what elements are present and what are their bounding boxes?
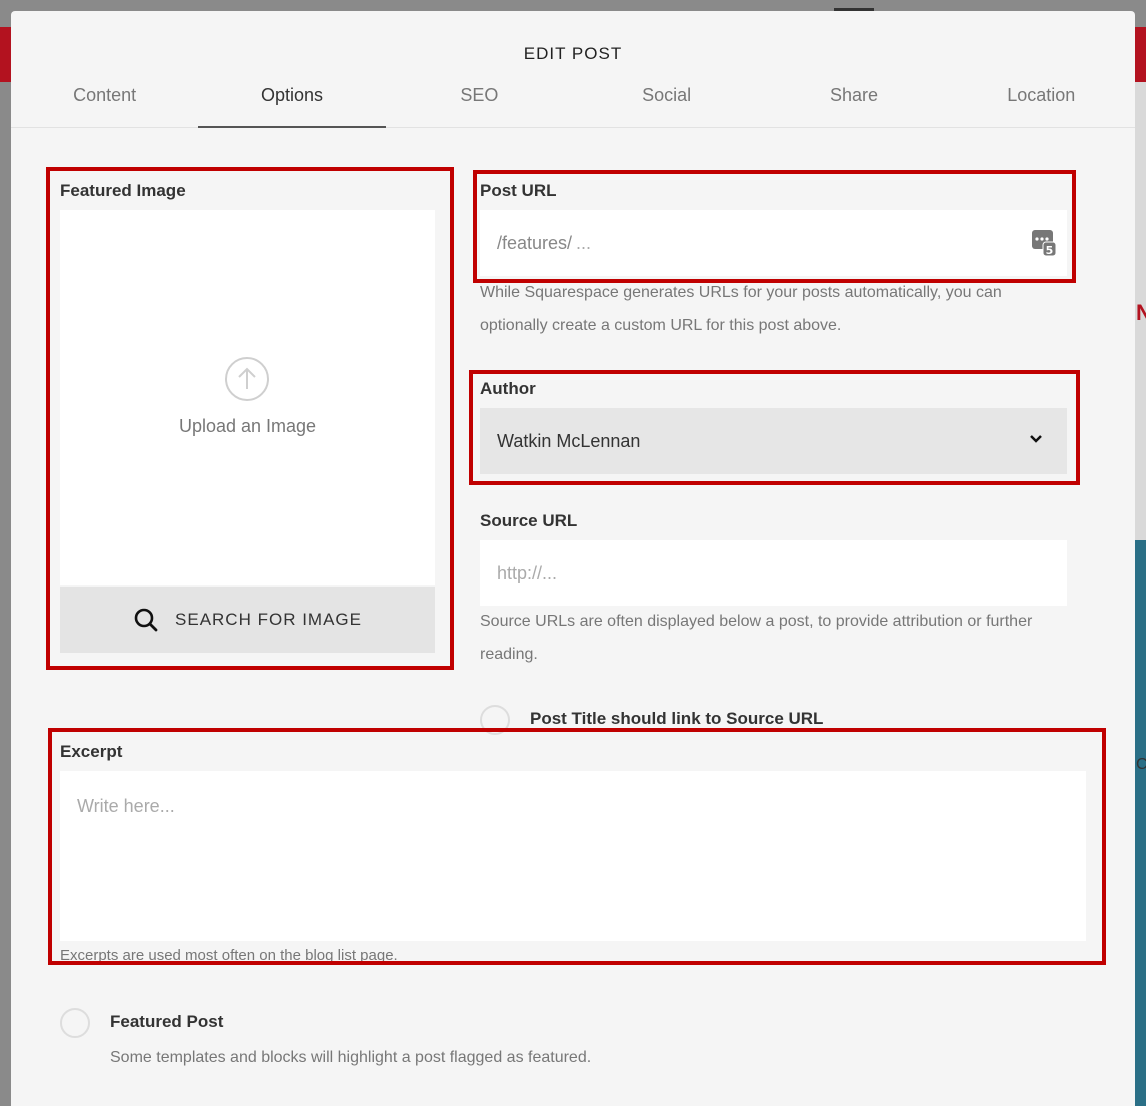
highlight-box-post-url [473, 170, 1076, 283]
source-url-placeholder: http://... [497, 562, 558, 583]
post-url-help: While Squarespace generates URLs for you… [480, 284, 1002, 334]
tab-seo[interactable]: SEO [386, 81, 573, 127]
background-text-fragment: C [1136, 756, 1146, 773]
tab-bar: Content Options SEO Social Share Locatio… [11, 81, 1135, 128]
source-url-input[interactable]: http://... [480, 540, 1067, 606]
featured-post-help: Some templates and blocks will highlight… [110, 1049, 592, 1066]
tab-options[interactable]: Options [198, 81, 386, 128]
highlight-box-author [469, 370, 1080, 485]
background-text-fragment: N [1136, 300, 1146, 325]
featured-post-toggle[interactable] [60, 1008, 90, 1038]
tab-share[interactable]: Share [760, 81, 947, 127]
tab-location[interactable]: Location [948, 81, 1135, 127]
dialog-title: EDIT POST [523, 44, 623, 63]
featured-post-label: Featured Post [110, 1012, 224, 1031]
source-url-label: Source URL [480, 511, 578, 530]
tab-content[interactable]: Content [11, 81, 198, 127]
background-photo [1134, 540, 1146, 1106]
source-url-help: Source URLs are often displayed below a … [480, 613, 1033, 663]
highlight-box-featured-image [46, 167, 454, 670]
link-source-label: Post Title should link to Source URL [530, 709, 824, 728]
tab-social[interactable]: Social [573, 81, 760, 127]
highlight-box-excerpt [48, 728, 1106, 965]
